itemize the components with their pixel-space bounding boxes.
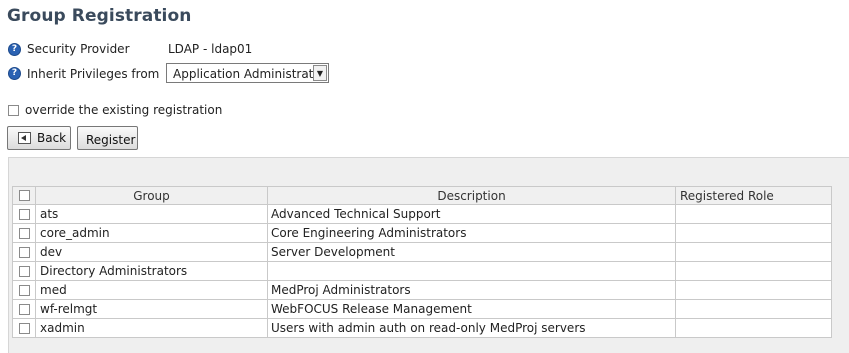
table-row[interactable]: Directory Administrators: [12, 261, 832, 281]
registered-role-cell: [675, 261, 832, 281]
row-checkbox[interactable]: [18, 227, 30, 239]
registered-role-cell: [675, 242, 832, 262]
group-column-header[interactable]: Group: [35, 186, 268, 205]
back-button-label: Back: [37, 131, 67, 145]
register-button-label: Register: [86, 133, 136, 147]
row-select-cell[interactable]: [12, 261, 36, 281]
row-select-cell[interactable]: [12, 299, 36, 319]
description-cell: WebFOCUS Release Management: [267, 299, 676, 319]
security-provider-value: LDAP - ldap01: [168, 42, 253, 56]
page-title: Group Registration: [7, 6, 192, 26]
description-cell: Server Development: [267, 242, 676, 262]
select-all-checkbox[interactable]: [18, 190, 30, 201]
override-label: override the existing registration: [25, 103, 223, 117]
group-cell: core_admin: [35, 223, 268, 243]
inherit-privileges-select[interactable]: Application Administrator ▼: [166, 63, 329, 83]
back-button[interactable]: Back: [7, 126, 71, 150]
table-row[interactable]: core_admin Core Engineering Administrato…: [12, 223, 832, 243]
table-header-row: Group Description Registered Role: [12, 186, 832, 205]
description-cell: Users with admin auth on read-only MedPr…: [267, 318, 676, 338]
row-select-cell[interactable]: [12, 280, 36, 300]
description-column-header[interactable]: Description: [267, 186, 676, 205]
registered-role-cell: [675, 280, 832, 300]
group-cell: ats: [35, 204, 268, 224]
description-cell: [267, 261, 676, 281]
override-checkbox[interactable]: [8, 105, 19, 116]
table-row[interactable]: med MedProj Administrators: [12, 280, 832, 300]
row-checkbox[interactable]: [18, 322, 30, 334]
group-cell: Directory Administrators: [35, 261, 268, 281]
row-checkbox[interactable]: [18, 265, 30, 277]
row-select-cell[interactable]: [12, 242, 36, 262]
row-checkbox[interactable]: [18, 303, 30, 315]
table-row[interactable]: wf-relmgt WebFOCUS Release Management: [12, 299, 832, 319]
groups-table: Group Description Registered Role ats Ad…: [12, 186, 832, 338]
row-checkbox[interactable]: [18, 246, 30, 258]
select-all-header[interactable]: [12, 186, 36, 205]
registered-role-column-header[interactable]: Registered Role: [675, 186, 832, 205]
back-arrow-icon: [18, 132, 31, 144]
registered-role-cell: [675, 299, 832, 319]
inherit-privileges-value: Application Administrator: [173, 67, 326, 81]
registered-role-cell: [675, 318, 832, 338]
group-cell: med: [35, 280, 268, 300]
group-cell: wf-relmgt: [35, 299, 268, 319]
description-cell: MedProj Administrators: [267, 280, 676, 300]
row-checkbox[interactable]: [18, 284, 30, 296]
security-provider-label: Security Provider: [27, 42, 130, 56]
table-row[interactable]: ats Advanced Technical Support: [12, 204, 832, 224]
row-select-cell[interactable]: [12, 204, 36, 224]
registered-role-cell: [675, 204, 832, 224]
help-question-icon[interactable]: ?: [8, 43, 21, 56]
chevron-down-icon[interactable]: ▼: [313, 65, 327, 81]
description-cell: Advanced Technical Support: [267, 204, 676, 224]
help-question-icon[interactable]: ?: [8, 67, 21, 80]
description-cell: Core Engineering Administrators: [267, 223, 676, 243]
table-row[interactable]: dev Server Development: [12, 242, 832, 262]
register-button[interactable]: Register: [77, 126, 138, 150]
row-select-cell[interactable]: [12, 318, 36, 338]
row-select-cell[interactable]: [12, 223, 36, 243]
group-cell: dev: [35, 242, 268, 262]
group-cell: xadmin: [35, 318, 268, 338]
registered-role-cell: [675, 223, 832, 243]
table-row[interactable]: xadmin Users with admin auth on read-onl…: [12, 318, 832, 338]
row-checkbox[interactable]: [18, 208, 30, 220]
inherit-privileges-label: Inherit Privileges from: [27, 67, 160, 81]
